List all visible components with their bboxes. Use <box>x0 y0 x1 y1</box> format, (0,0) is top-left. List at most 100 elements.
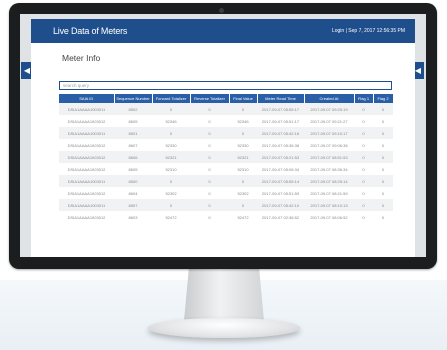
table-cell: 2017-09-07 09:06:38 <box>304 139 354 151</box>
table-row[interactable]: DSIA1AAAA1003012 8605 52310 0 52310 2017-09-0… <box>59 163 393 175</box>
table-cell: 0 <box>354 139 373 151</box>
table-cell: 0 <box>373 115 393 127</box>
table-cell: 52330 <box>229 139 257 151</box>
table-cell: 0 <box>373 103 393 115</box>
table-cell: DSIA1AAAA1003011 <box>59 103 114 115</box>
table-cell: 2017-09-07 05:51:17 <box>257 115 304 127</box>
table-cell: 0 <box>354 199 373 211</box>
table-cell: 0 <box>229 199 257 211</box>
table-cell: 0 <box>229 127 257 139</box>
table-row[interactable]: DSIA1AAAA1003012 8606 52321 0 52321 2017-09-0… <box>59 151 393 163</box>
user-info[interactable]: Login | Sep 7, 2017 12:56:35 PM <box>332 28 405 34</box>
table-cell: 0 <box>373 199 393 211</box>
table-cell: 0 <box>190 187 229 199</box>
table-cell: 8501 <box>114 127 152 139</box>
table-cell: 0 <box>373 139 393 151</box>
table-cell: DSIA1AAAA1003011 <box>59 199 114 211</box>
table-cell: 52330 <box>152 139 190 151</box>
table-cell: 2017-09-07 05:55:14 <box>257 175 304 187</box>
table-cell: 0 <box>229 175 257 187</box>
column-header[interactable]: Flag 1 <box>354 94 374 103</box>
table-cell: 52302 <box>229 187 257 199</box>
table-cell: 0 <box>190 127 229 139</box>
table-cell: 0 <box>190 175 229 187</box>
monitor-stand-neck <box>184 269 264 321</box>
table-cell: 0 <box>152 103 190 115</box>
column-header[interactable]: Flag 2 <box>373 94 394 103</box>
table-cell: 2017-09-07 09:10:17 <box>304 127 354 139</box>
table-cell: 2017-09-07 05:51:59 <box>257 187 304 199</box>
table-cell: 0 <box>190 163 229 175</box>
webcam-icon <box>219 8 224 13</box>
column-header[interactable]: Created At <box>304 94 355 103</box>
table-cell: 0 <box>373 175 393 187</box>
table-row[interactable]: DSIA1AAAA1003012 8605 52346 0 52346 2017-09-0… <box>59 115 393 127</box>
table-cell: 52346 <box>152 115 190 127</box>
table-cell: 52310 <box>152 163 190 175</box>
table-row[interactable]: DSIA1AAAA1003011 8502 0 0 0 2017-09-07 05:55:… <box>59 103 393 115</box>
table-cell: 8557 <box>114 199 152 211</box>
column-header[interactable]: Final Value <box>229 94 258 103</box>
table-cell: 2017-09-07 08:25:14 <box>304 175 354 187</box>
table-row[interactable]: DSIA1AAAA1003011 8500 0 0 0 2017-09-07 05:55:… <box>59 175 393 187</box>
table-cell: 0 <box>190 139 229 151</box>
table-cell: 2017-09-07 05:21:53 <box>257 151 304 163</box>
column-header[interactable]: Reverse Totalizer <box>190 94 230 103</box>
monitor-stand-base <box>148 318 300 338</box>
table-cell: 0 <box>354 175 373 187</box>
table-cell: 2017-09-07 02:36:52 <box>257 211 304 223</box>
app-header: Live Data of Meters Login | Sep 7, 2017 … <box>31 19 415 43</box>
table-cell: 2017-09-07 08:36:34 <box>304 163 354 175</box>
table-cell: 0 <box>354 103 373 115</box>
search-input[interactable] <box>59 81 392 90</box>
table-row[interactable]: DSIA1AAAA1003011 8557 0 0 0 2017-09-07 05:42:… <box>59 199 393 211</box>
table-cell: 8605 <box>114 115 152 127</box>
table-cell: 52472 <box>229 211 257 223</box>
page-title: Meter Info <box>62 53 101 63</box>
meters-table: SAIA ID Sequence Number Forward Totalizer R… <box>59 94 394 223</box>
table-cell: 0 <box>190 115 229 127</box>
table-cell: 8604 <box>114 187 152 199</box>
table-row[interactable]: DSIA1AAAA1003012 8607 52330 0 52330 2017-09-0… <box>59 139 393 151</box>
app-title: Live Data of Meters <box>53 26 128 36</box>
table-cell: 0 <box>190 211 229 223</box>
table-cell: 0 <box>152 199 190 211</box>
table-cell: 2017-09-07 08:21:59 <box>304 187 354 199</box>
table-cell: 0 <box>354 187 373 199</box>
table-cell: 0 <box>373 127 393 139</box>
table-cell: DSIA1AAAA1003011 <box>59 127 114 139</box>
table-cell: DSIA1AAAA1003012 <box>59 139 114 151</box>
table-cell: 52472 <box>152 211 190 223</box>
table-cell: 8607 <box>114 139 152 151</box>
column-header[interactable]: SAIA ID <box>59 94 115 103</box>
table-cell: 0 <box>152 175 190 187</box>
table-cell: 2017-09-07 09:21:27 <box>304 115 354 127</box>
column-header[interactable]: Sequence Number <box>114 94 153 103</box>
table-cell: DSIA1AAAA1003012 <box>59 115 114 127</box>
table-cell: DSIA1AAAA1003012 <box>59 187 114 199</box>
table-cell: 0 <box>229 103 257 115</box>
table-row[interactable]: DSIA1AAAA1003011 8501 0 0 0 2017-09-07 05:42:… <box>59 127 393 139</box>
table-cell: 0 <box>373 151 393 163</box>
table-cell: 2017-09-07 05:42:16 <box>257 127 304 139</box>
table-cell: 52346 <box>229 115 257 127</box>
table-cell: 2017-09-07 08:51:53 <box>304 151 354 163</box>
table-cell: 0 <box>373 187 393 199</box>
table-cell: 0 <box>190 199 229 211</box>
table-cell: 0 <box>354 211 373 223</box>
table-cell: DSIA1AAAA1003012 <box>59 151 114 163</box>
column-header[interactable]: Meter Read Time <box>257 94 305 103</box>
column-header[interactable]: Forward Totalizer <box>152 94 191 103</box>
table-cell: 8603 <box>114 211 152 223</box>
main-content: Meter Info SAIA IDSequence NumberForward… <box>31 43 415 257</box>
table-row[interactable]: DSIA1AAAA1003012 8603 52472 0 52472 2017-09-0… <box>59 211 393 223</box>
table-cell: 2017-09-07 05:36:38 <box>257 139 304 151</box>
table-cell: 8605 <box>114 163 152 175</box>
table-cell: 2017-09-07 09:25:19 <box>304 103 354 115</box>
table-cell: 2017-09-07 08:06:52 <box>304 211 354 223</box>
table-row[interactable]: DSIA1AAAA1003012 8604 52302 0 52302 2017-09-0… <box>59 187 393 199</box>
table-cell: 2017-09-07 05:55:17 <box>257 103 304 115</box>
table-cell: 2017-09-07 05:06:34 <box>257 163 304 175</box>
monitor-screen: ◀ ◀ Live Data of Meters Login | Sep 7, 2… <box>20 14 426 257</box>
table-cell: 8606 <box>114 151 152 163</box>
